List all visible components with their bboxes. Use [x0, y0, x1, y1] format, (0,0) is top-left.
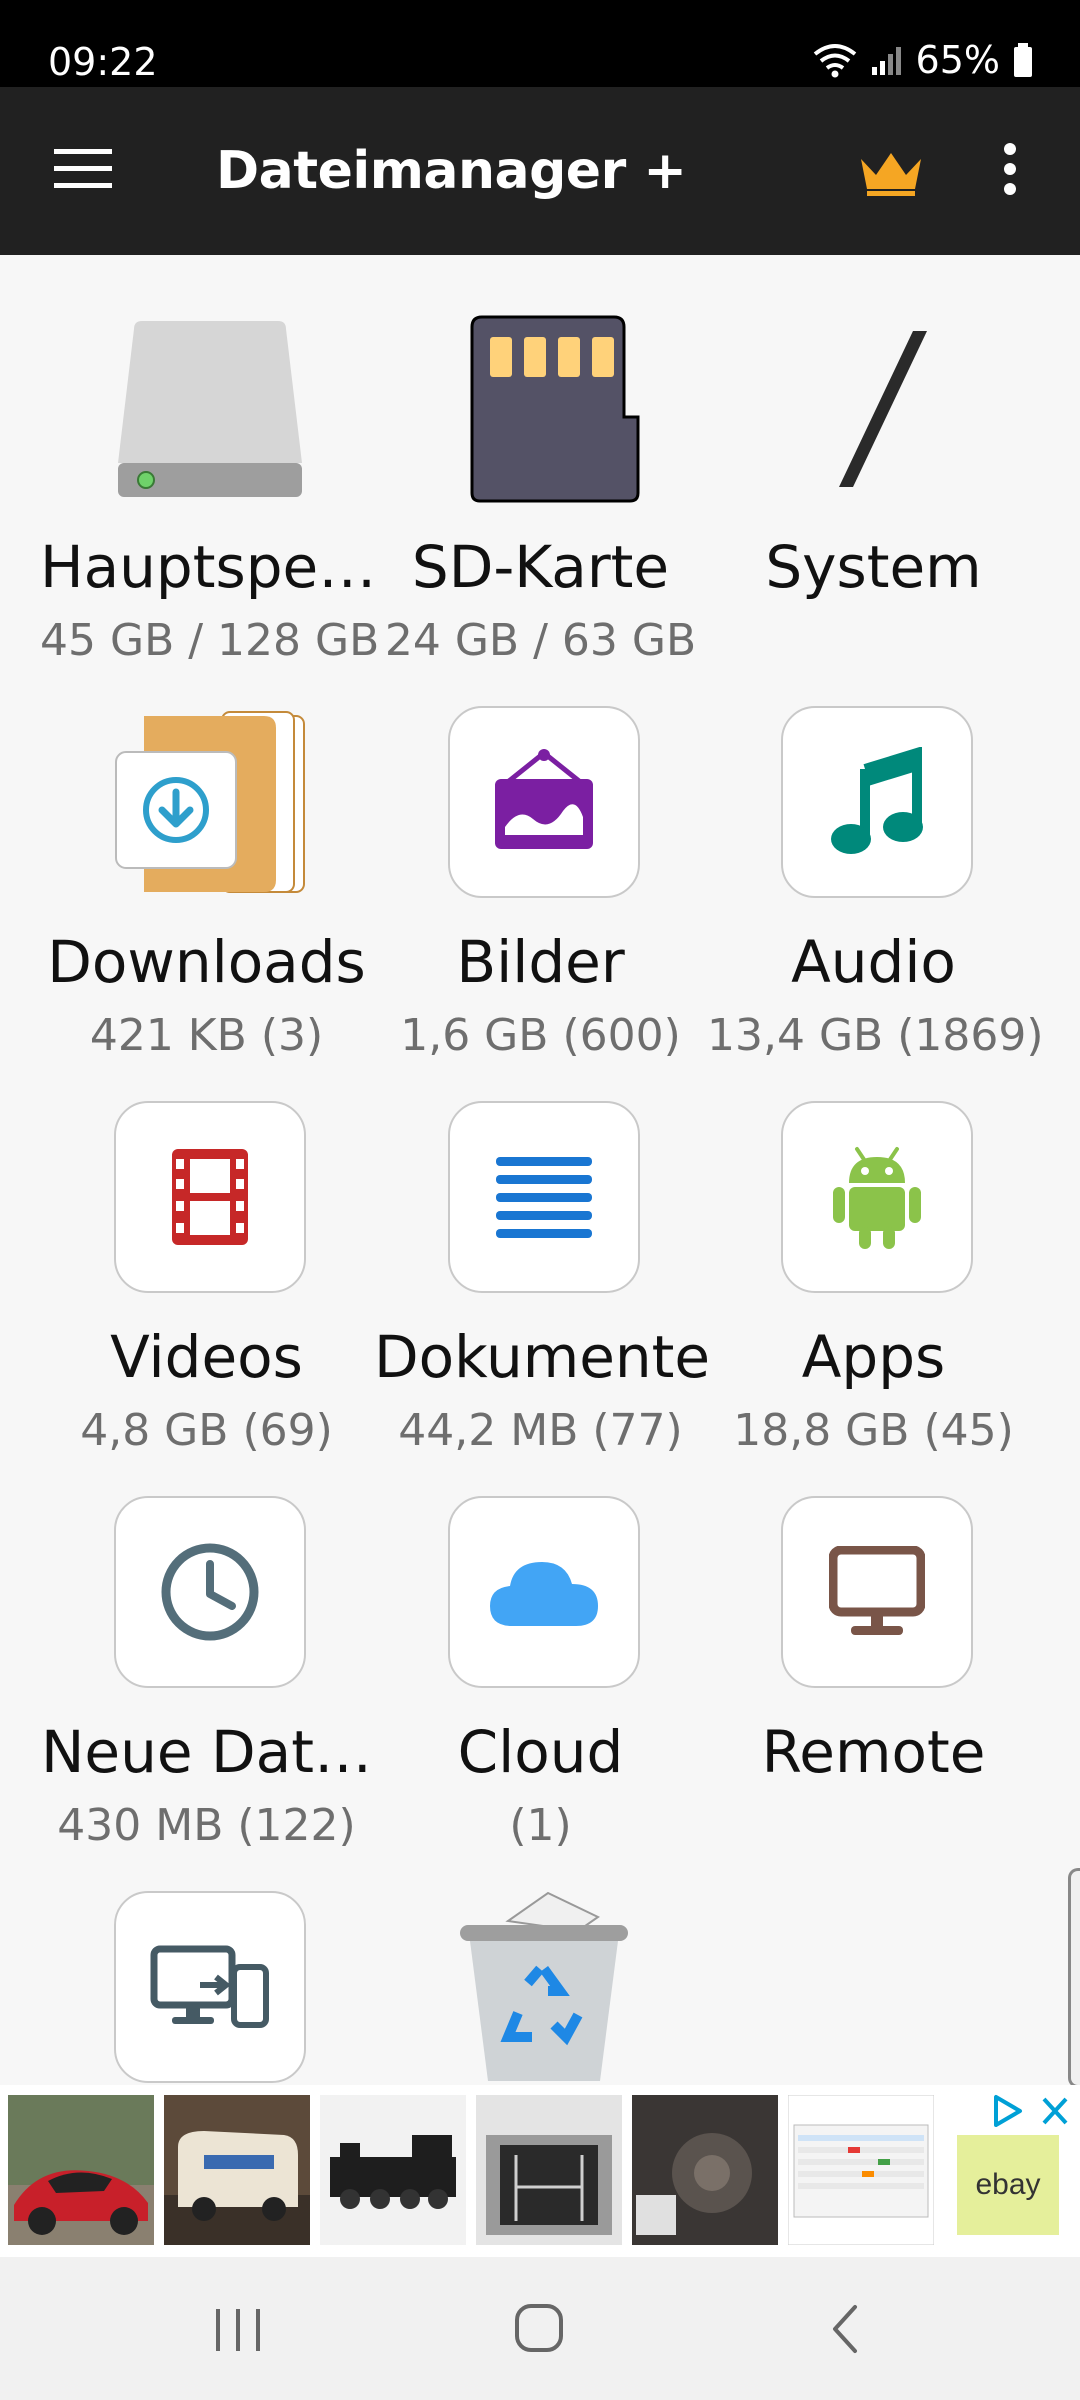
tile-icon-box [114, 1101, 306, 1293]
device-transfer-icon [150, 1945, 269, 2028]
document-lines-icon [496, 1157, 592, 1238]
android-icon [833, 1147, 921, 1249]
status-bar: 09:22 65% [0, 0, 1080, 87]
recents-button[interactable] [140, 2257, 340, 2400]
tile-name: Hauptspe… [40, 533, 377, 601]
tile-icon-box [448, 1101, 640, 1293]
tile-cloud[interactable]: Cloud (1) [374, 1440, 707, 1851]
overflow-menu-button[interactable] [990, 135, 1030, 205]
ad-ebay-button[interactable]: ebay [957, 2135, 1059, 2235]
tile-icon-box [114, 1496, 306, 1688]
category-grid: Hauptspe… 45 GB / 128 GB SD-Karte 24 GB … [0, 255, 1080, 2085]
tile-icon-box [448, 1496, 640, 1688]
more-vert-icon [1004, 143, 1016, 195]
tile-name: Downloads [47, 928, 366, 996]
tile-name: Bilder [456, 928, 625, 996]
tile-name: SD-Karte [411, 533, 670, 601]
icon-box [114, 1891, 306, 2083]
hamburger-icon [54, 149, 112, 188]
film-icon [172, 1149, 248, 1245]
recents-icon [216, 2309, 260, 2351]
tile-name: System [765, 533, 982, 601]
tile-icon-box [448, 706, 640, 898]
icon-box [781, 706, 973, 898]
tile-icon-box [781, 1101, 973, 1293]
music-note-icon [831, 747, 923, 854]
tile-icon-box [781, 706, 973, 898]
wifi-icon [813, 44, 856, 78]
signal-icon [871, 47, 901, 75]
tile-system[interactable]: System [707, 255, 1040, 650]
tile-name: Apps [801, 1323, 946, 1391]
tile-images[interactable]: Bilder 1,6 GB (600) [374, 650, 707, 1061]
tile-videos[interactable]: Videos 4,8 GB (69) [40, 1045, 373, 1456]
tile-recycle-bin[interactable] [374, 1835, 707, 2085]
back-button[interactable] [745, 2257, 945, 2400]
ad-banner[interactable]: ebay [0, 2085, 1080, 2257]
status-indicators: 65% [812, 38, 1034, 82]
tile-icon-box [781, 1496, 973, 1688]
tile-remote[interactable]: Remote [707, 1440, 1040, 1835]
icon-box [114, 1101, 306, 1293]
tile-device-transfer[interactable] [40, 1835, 373, 2085]
tile-downloads[interactable]: Downloads 421 KB (3) [40, 650, 373, 1061]
ad-product-image[interactable] [476, 2095, 622, 2245]
icon-box [781, 1101, 973, 1293]
icon-box [448, 1496, 640, 1688]
ad-product-image[interactable] [320, 2095, 466, 2245]
ad-ebay-label: ebay [975, 2168, 1041, 2201]
app-title: Dateimanager + [216, 141, 687, 201]
tile-name: Audio [791, 928, 956, 996]
tile-name: Neue Dat… [41, 1718, 372, 1786]
tile-icon-box [114, 1891, 306, 2083]
cloud-icon [490, 1562, 598, 1626]
monitor-icon [829, 1546, 925, 1635]
tile-documents[interactable]: Dokumente 44,2 MB (77) [374, 1045, 711, 1456]
tile-recent-files[interactable]: Neue Dat… 430 MB (122) [40, 1440, 373, 1851]
icon-box [448, 706, 640, 898]
internal-storage-icon [114, 311, 306, 503]
battery-icon [1014, 43, 1032, 77]
recycle-bin-icon [448, 1891, 640, 2083]
tile-apps[interactable]: Apps 18,8 GB (45) [707, 1045, 1040, 1456]
tile-internal-storage[interactable]: Hauptspe… 45 GB / 128 GB [40, 255, 379, 666]
status-time: 09:22 [48, 40, 158, 84]
menu-button[interactable] [44, 137, 124, 207]
icon-box [448, 1101, 640, 1293]
ad-choices-icon[interactable] [990, 2091, 1072, 2131]
home-button[interactable] [440, 2257, 640, 2400]
home-icon [515, 2304, 563, 2352]
ad-product-image[interactable] [8, 2095, 154, 2245]
premium-button[interactable] [848, 141, 932, 207]
system-nav-bar [0, 2257, 1080, 2400]
app-bar: Dateimanager + [0, 87, 1080, 255]
tile-sd-card[interactable]: SD-Karte 24 GB / 63 GB [374, 255, 707, 666]
downloads-folder-icon [114, 706, 306, 898]
back-icon [833, 2305, 857, 2353]
root-slash-icon [781, 311, 973, 503]
ad-product-image[interactable] [632, 2095, 778, 2245]
image-icon [495, 749, 593, 849]
tile-audio[interactable]: Audio 13,4 GB (1869) [707, 650, 1044, 1061]
icon-box [114, 1496, 306, 1688]
scrollbar-thumb[interactable] [1068, 1868, 1080, 2088]
tile-name: Remote [761, 1718, 986, 1786]
crown-icon [861, 153, 921, 196]
clock-icon [161, 1543, 259, 1641]
tile-name: Dokumente [374, 1323, 711, 1391]
tile-name: Cloud [457, 1718, 624, 1786]
battery-percent: 65% [915, 38, 1000, 82]
ad-product-image[interactable] [164, 2095, 310, 2245]
ad-product-image[interactable] [788, 2095, 934, 2245]
sd-card-icon [448, 311, 640, 503]
tile-name: Videos [110, 1323, 303, 1391]
icon-box [781, 1496, 973, 1688]
